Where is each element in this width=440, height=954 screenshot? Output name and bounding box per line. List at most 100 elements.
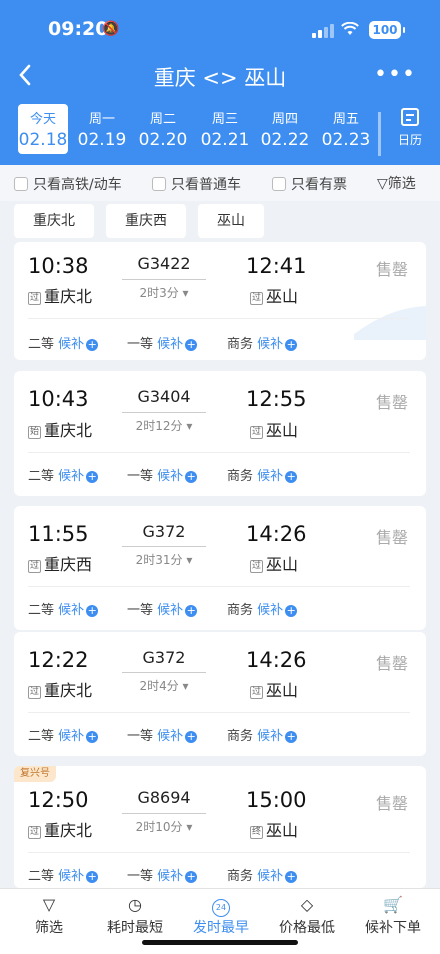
seat-first-class[interactable]: 一等 候补 + [127,865,198,884]
date-tab[interactable]: 周五 02.23 [321,104,371,154]
sold-out-status: 售罄 [376,528,409,547]
waitlist-order-button[interactable]: 🛒 候补下单 [358,895,428,937]
waitlist-label: 候补 [157,869,184,884]
date-weekday: 周二 [149,112,176,127]
date-tab[interactable]: 周一 02.19 [77,104,127,154]
waitlist-label: 候补 [157,337,184,352]
plus-icon: + [86,470,99,483]
plus-icon: + [285,730,298,743]
calendar-button[interactable]: 日历 [390,108,430,148]
checkbox-icon [152,177,166,191]
seat-first-class[interactable]: 一等 候补 + [127,725,198,744]
plus-icon: + [185,870,198,883]
seat-business-class[interactable]: 商务 候补 + [227,865,298,884]
toolbar-label: 候补下单 [365,920,421,936]
pass-mark: 过 [250,292,263,305]
plus-icon: + [185,730,198,743]
date-weekday: 今天 [29,112,56,127]
train-card[interactable]: 10:43 G3404 2时12分 ▾ 12:55 始重庆北 过巫山 售罄 二等… [14,371,426,496]
waitlist-label: 候补 [257,729,284,744]
price-tag-icon: ◇ [300,895,314,914]
plus-icon: + [185,338,198,351]
train-card[interactable]: 复兴号 12:50 G8694 2时10分 ▾ 15:00 过重庆北 终巫山 售… [14,766,426,888]
station-chip[interactable]: 重庆北 [14,204,94,238]
sold-out-status: 售罄 [376,794,409,813]
arrival-station-name: 巫山 [266,821,299,840]
toolbar-label: 价格最低 [279,920,335,936]
seat-first-class[interactable]: 一等 候补 + [127,465,198,484]
station-chip[interactable]: 巫山 [198,204,264,238]
plus-icon: + [86,870,99,883]
train-card[interactable]: 12:22 G372 2时4分 ▾ 14:26 过重庆北 过巫山 售罄 二等 候… [14,632,426,756]
plus-icon: + [86,730,99,743]
funnel-icon: ▽ [42,895,56,914]
seat-business-class[interactable]: 商务 候补 + [227,725,298,744]
sort-shortest-button[interactable]: ◷ 耗时最短 [100,895,170,937]
seat-business-class[interactable]: 商务 候补 + [227,333,298,352]
sort-earliest-button[interactable]: 24 发时最早 [186,895,256,937]
origin-mark: 始 [28,426,41,439]
departure-station-name: 重庆北 [44,681,93,700]
train-number: G3422 [137,254,191,273]
normal-train-checkbox[interactable]: 只看普通车 [152,174,241,194]
date-value: 02.20 [138,130,188,150]
seat-second-class[interactable]: 二等 候补 + [28,865,99,884]
seat-second-class[interactable]: 二等 候补 + [28,599,99,618]
plus-icon: + [285,470,298,483]
arrival-time: 12:41 [246,254,307,278]
departure-station: 过重庆北 [28,817,92,841]
seat-label: 一等 [127,603,154,618]
seat-label: 二等 [28,729,55,744]
seat-first-class[interactable]: 一等 候补 + [127,333,198,352]
train-card[interactable]: 11:55 G372 2时31分 ▾ 14:26 过重庆西 过巫山 售罄 二等 … [14,506,426,630]
sort-filter-button[interactable]: ▽ 筛选 [20,895,78,937]
date-value: 02.19 [77,130,127,150]
seat-second-class[interactable]: 二等 候补 + [28,333,99,352]
departure-time: 11:55 [28,522,89,546]
departure-station-name: 重庆北 [44,821,93,840]
seat-label: 商务 [227,729,254,744]
cart-icon: 🛒 [383,895,403,914]
date-tab-today[interactable]: 今天 02.18 [18,104,68,154]
date-tab[interactable]: 周四 02.22 [260,104,310,154]
seat-second-class[interactable]: 二等 候补 + [28,725,99,744]
seat-label: 二等 [28,337,55,352]
departure-time: 12:50 [28,788,89,812]
arrival-station: 过巫山 [250,417,298,441]
sort-cheapest-button[interactable]: ◇ 价格最低 [272,895,342,937]
station-chip[interactable]: 重庆西 [106,204,186,238]
checkbox-icon [272,177,286,191]
date-tab[interactable]: 周二 02.20 [138,104,188,154]
has-ticket-checkbox[interactable]: 只看有票 [272,174,347,194]
arrival-time: 14:26 [246,648,307,672]
seat-first-class[interactable]: 一等 候补 + [127,599,198,618]
sold-out-status: 售罄 [376,393,409,412]
train-card[interactable]: 10:38 G3422 2时3分 ▾ 12:41 过重庆北 过巫山 售罄 二等 … [14,242,426,360]
seat-business-class[interactable]: 商务 候补 + [227,465,298,484]
pass-mark: 过 [28,292,41,305]
seat-business-class[interactable]: 商务 候补 + [227,599,298,618]
seat-label: 一等 [127,337,154,352]
departure-time: 12:22 [28,648,89,672]
date-value: 02.21 [200,130,250,150]
duration: 2时31分 ▾ [135,553,193,567]
high-speed-checkbox[interactable]: 只看高铁/动车 [14,174,122,194]
arrival-station: 过巫山 [250,551,298,575]
train-number: G372 [142,522,186,541]
clock-icon: ◷ [128,895,142,914]
header: 09:20 🔕 100 重庆 <> 巫山 ••• 今天 02.18 周一 02.… [0,0,440,165]
departure-station-name: 重庆北 [44,287,93,306]
more-icon[interactable]: ••• [374,62,416,87]
waitlist-label: 候补 [157,603,184,618]
seat-label: 商务 [227,337,254,352]
filter-button[interactable]: ▽筛选 [377,173,416,193]
date-value: 02.23 [321,130,371,150]
waitlist-label: 候补 [157,729,184,744]
date-weekday: 周一 [88,112,115,127]
plus-icon: + [285,870,298,883]
date-tab[interactable]: 周三 02.21 [200,104,250,154]
seat-second-class[interactable]: 二等 候补 + [28,465,99,484]
departure-station: 过重庆北 [28,283,92,307]
duration: 2时3分 ▾ [139,286,189,300]
plus-icon: + [86,604,99,617]
